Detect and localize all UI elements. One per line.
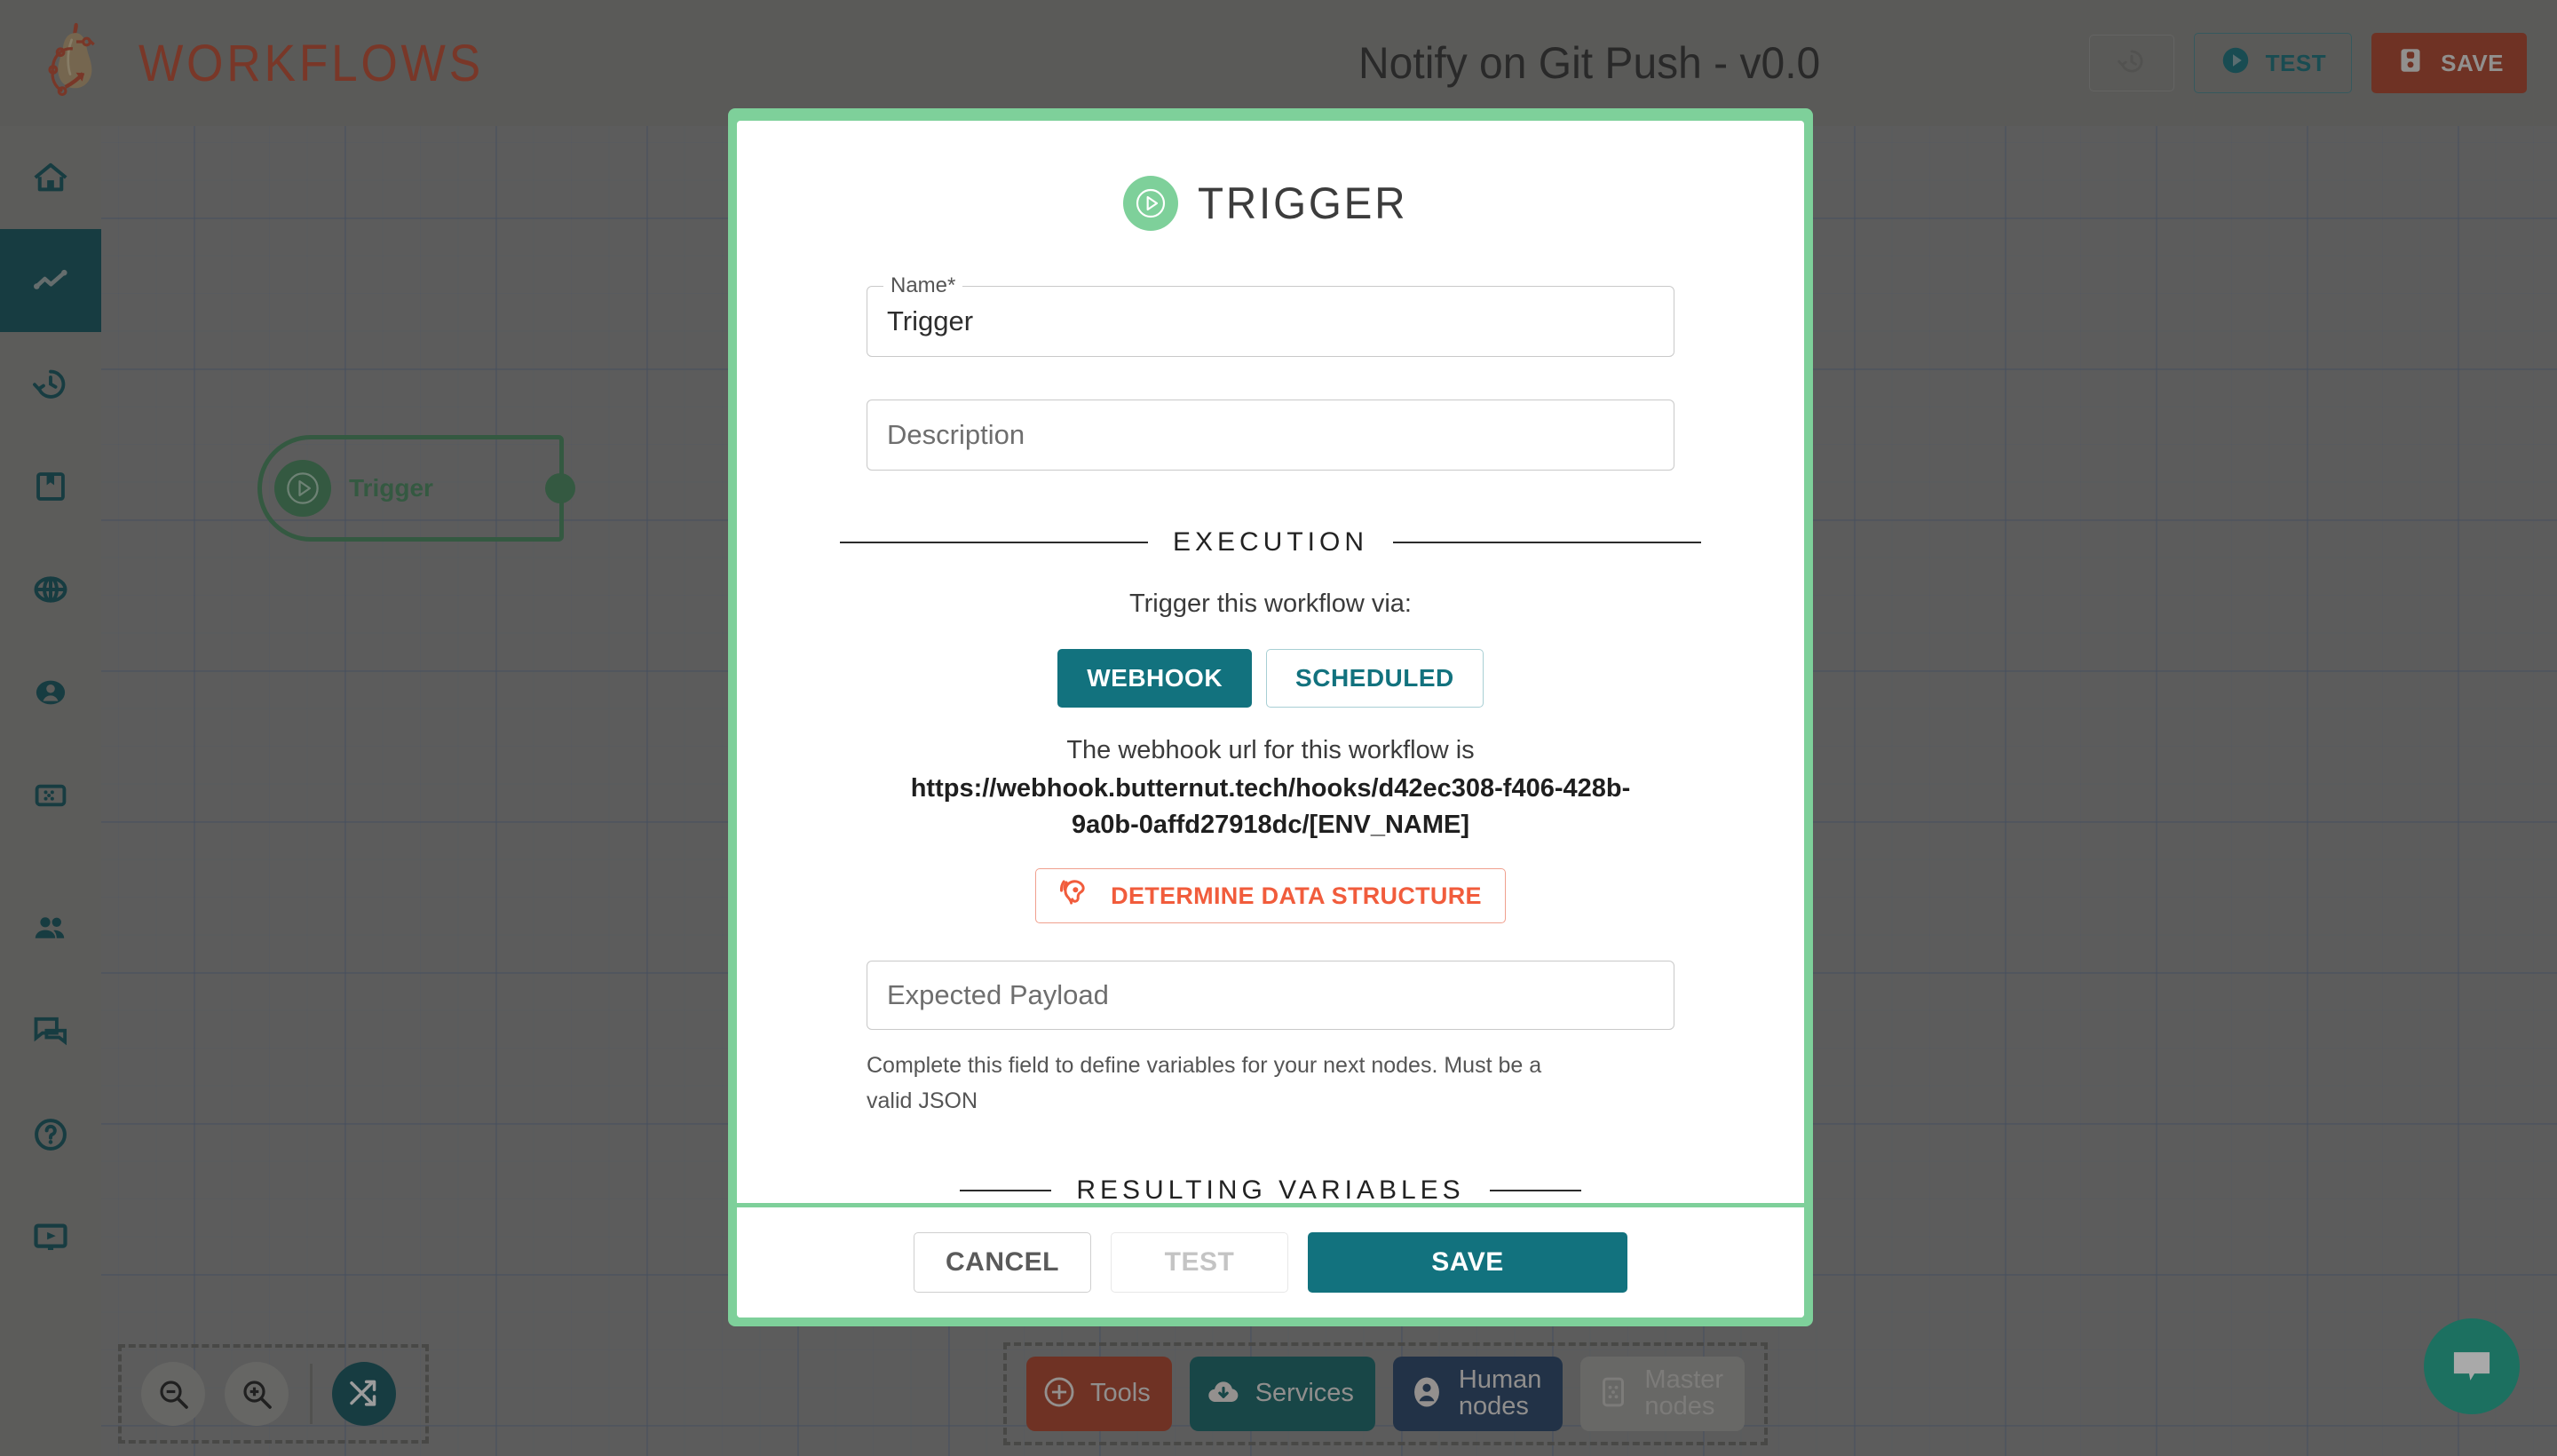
execution-section-header: EXECUTION	[840, 527, 1701, 558]
webhook-url-value: https://webhook.butternut.tech/hooks/d42…	[910, 774, 1631, 840]
app-root: Trigger Tools Services Human nodes Maste…	[0, 0, 2557, 1456]
trigger-settings-modal: TRIGGER Name* Trigger Description EXECUT…	[728, 108, 1813, 1326]
play-circle-icon	[1122, 176, 1178, 231]
expected-payload-input[interactable]: Expected Payload	[867, 961, 1674, 1031]
modal-footer: CANCEL TEST SAVE	[737, 1207, 1804, 1318]
trigger-via-text: Trigger this workflow via:	[1128, 590, 1412, 618]
divider-left	[960, 1190, 1052, 1192]
test-button[interactable]: TEST	[1111, 1232, 1288, 1293]
description-placeholder: Description	[887, 419, 1025, 450]
webhook-url-intro: The webhook url for this workflow is	[1066, 736, 1475, 764]
execution-section-label: EXECUTION	[1172, 527, 1369, 557]
resulting-variables-label: RESULTING VARIABLES	[1076, 1175, 1465, 1203]
payload-field-wrapper: Expected Payload Complete this field to …	[867, 961, 1674, 1119]
determine-structure-row: DETERMINE DATA STRUCTURE	[737, 868, 1804, 924]
divider-right	[1393, 542, 1701, 543]
name-input[interactable]: Name* Trigger	[867, 273, 1674, 357]
divider-left	[840, 542, 1148, 543]
name-input-value: Trigger	[887, 305, 974, 336]
expected-payload-placeholder: Expected Payload	[887, 979, 1109, 1011]
save-button[interactable]: SAVE	[1308, 1232, 1627, 1293]
toggle-webhook[interactable]: WEBHOOK	[1057, 649, 1253, 708]
resulting-variables-section-header: RESULTING VARIABLES	[960, 1175, 1582, 1203]
divider-right	[1489, 1190, 1582, 1192]
modal-header: TRIGGER	[737, 176, 1804, 231]
modal-scroll-area[interactable]: TRIGGER Name* Trigger Description EXECUT…	[737, 121, 1804, 1203]
listening-ear-icon	[1059, 876, 1093, 916]
name-field-wrapper: Name* Trigger Description	[867, 273, 1674, 471]
payload-helper-text: Complete this field to define variables …	[867, 1053, 1542, 1114]
modal-body: TRIGGER Name* Trigger Description EXECUT…	[737, 121, 1804, 1318]
cancel-button[interactable]: CANCEL	[914, 1232, 1091, 1293]
toggle-scheduled[interactable]: SCHEDULED	[1266, 649, 1484, 708]
determine-data-structure-button[interactable]: DETERMINE DATA STRUCTURE	[1035, 868, 1506, 924]
name-field-label: Name*	[883, 273, 963, 298]
trigger-type-toggle: WEBHOOK SCHEDULED	[737, 649, 1804, 708]
description-input[interactable]: Description	[867, 400, 1674, 471]
determine-data-structure-label: DETERMINE DATA STRUCTURE	[1111, 882, 1482, 909]
modal-title: TRIGGER	[1197, 178, 1407, 228]
